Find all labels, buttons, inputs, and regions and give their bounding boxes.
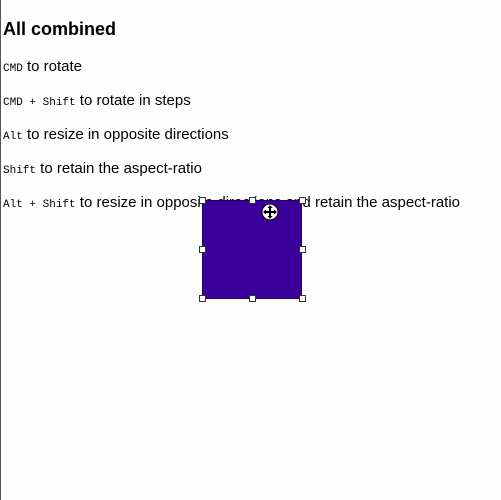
shortcut-row-aspect-ratio: Shift to retain the aspect-ratio [3,159,202,181]
resize-handle-left[interactable] [199,246,206,253]
key-separator: + [22,199,43,211]
key-shift: Shift [3,165,37,177]
shortcut-row-rotate-steps: CMD + Shift to rotate in steps [3,91,191,113]
transformable-box[interactable] [199,197,306,302]
key-cmd: CMD [3,97,23,109]
shortcut-row-resize-opposite: Alt to resize in opposite directions [3,125,229,147]
resize-handle-right[interactable] [299,246,306,253]
key-separator: + [22,97,43,109]
move-cursor-icon [261,203,279,221]
page-heading: All combined [3,19,117,39]
key-cmd: CMD [3,63,23,75]
resize-handle-top-right[interactable] [299,197,306,204]
shortcut-description: to rotate [22,58,83,75]
resize-handle-bottom-right[interactable] [299,295,306,302]
resize-handle-top-left[interactable] [199,197,206,204]
key-alt: Alt [3,199,23,211]
key-shift: Shift [42,199,76,211]
shortcut-row-rotate: CMD to rotate [3,57,82,79]
shortcut-description: to retain the aspect-ratio [36,160,202,177]
left-border [0,0,1,500]
resize-handle-bottom-left[interactable] [199,295,206,302]
key-shift: Shift [42,97,76,109]
shortcut-description: to rotate in steps [75,92,191,109]
key-alt: Alt [3,131,23,143]
shortcut-description: to resize in opposite directions [22,126,229,143]
resize-handle-top[interactable] [249,197,256,204]
resize-handle-bottom[interactable] [249,295,256,302]
